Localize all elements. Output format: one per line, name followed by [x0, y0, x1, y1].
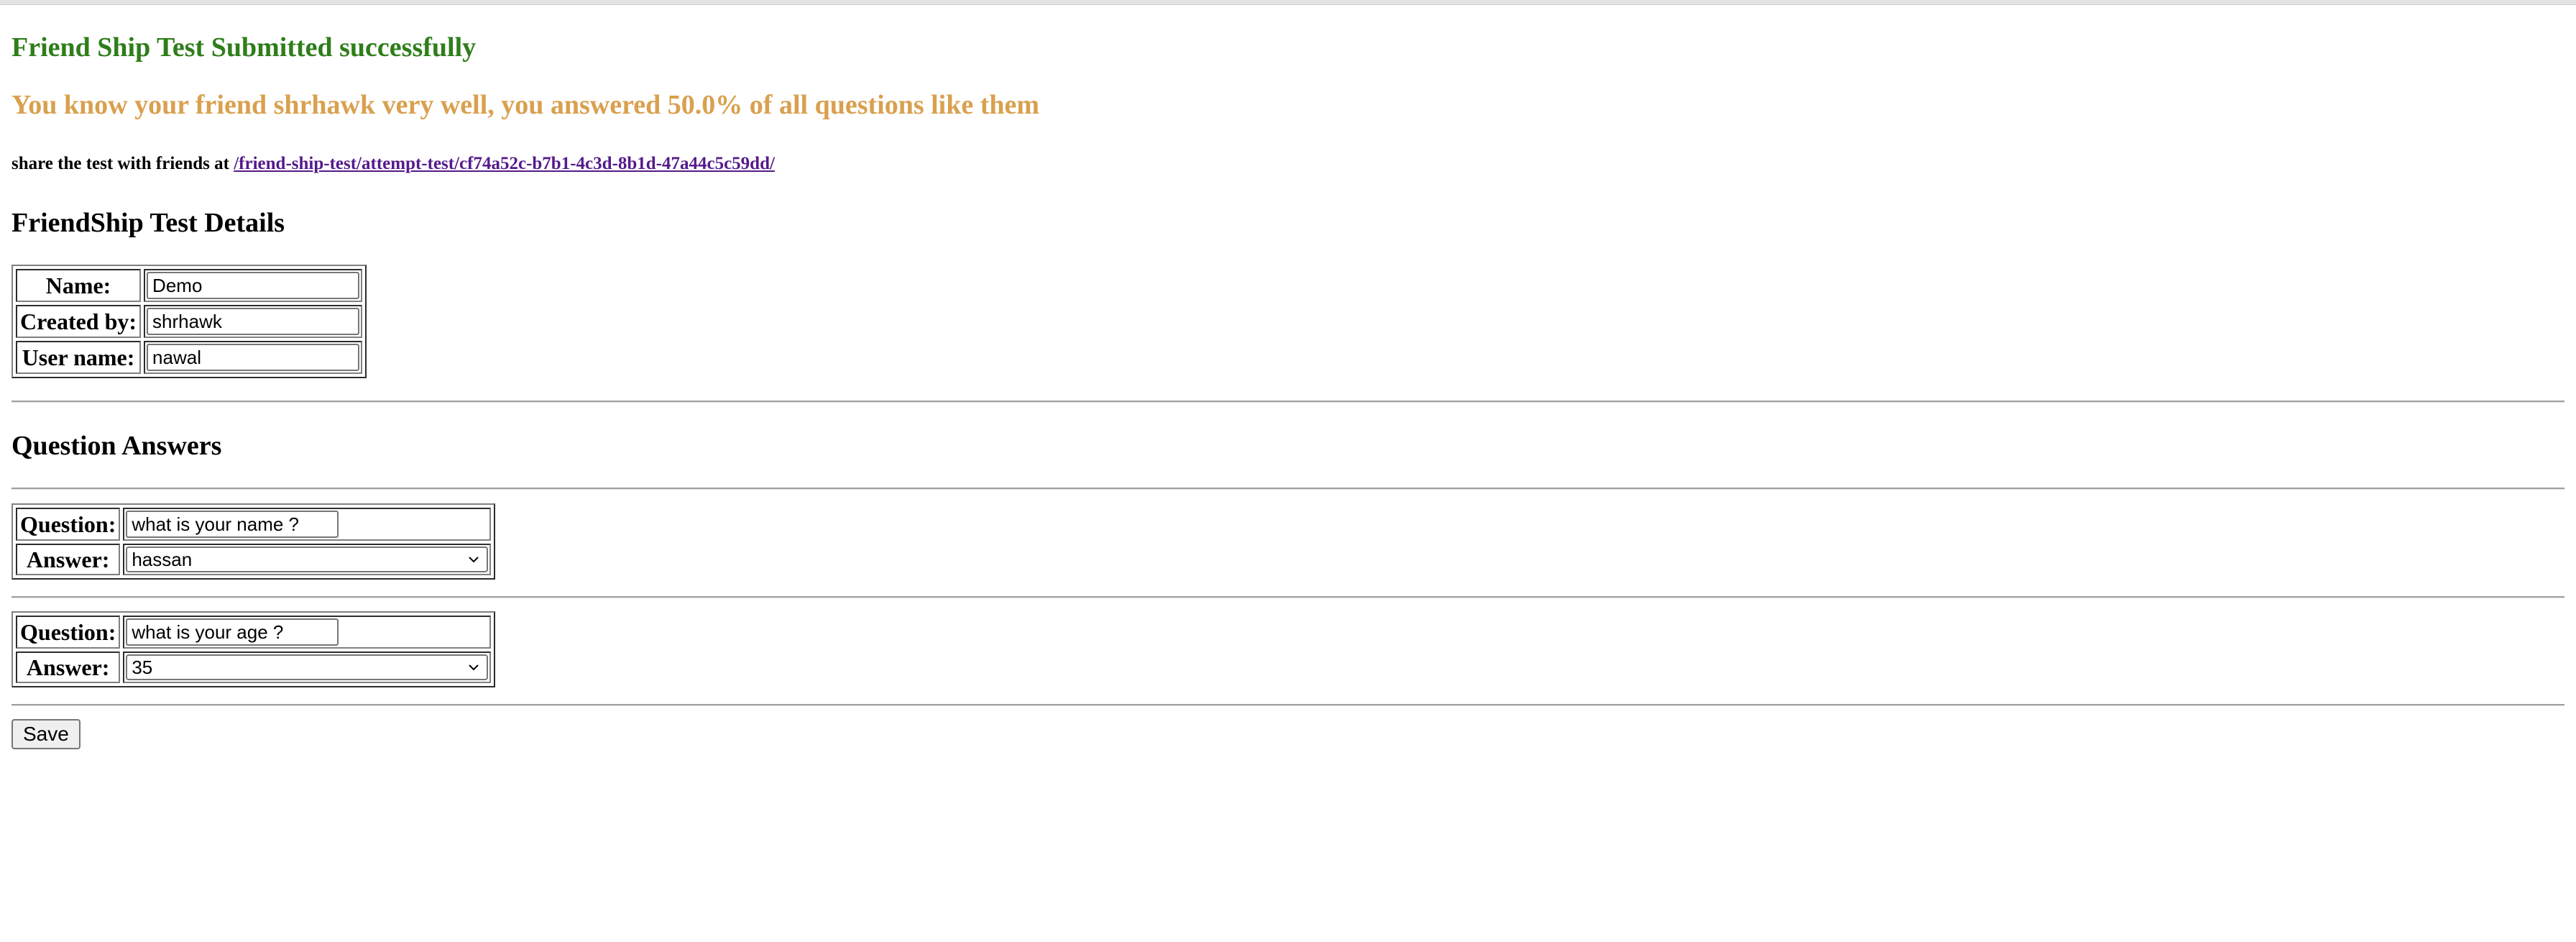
result-message: You know your friend shrhawk very well, … — [12, 90, 1040, 120]
share-link[interactable]: /friend-ship-test/attempt-test/cf74a52c-… — [234, 154, 775, 173]
divider — [12, 488, 2564, 490]
chevron-down-icon — [469, 557, 479, 563]
created-by-input[interactable] — [147, 308, 360, 335]
details-table: Name: Created by: User name: — [12, 265, 367, 378]
answer-row: Answer: hassan — [16, 544, 492, 575]
divider — [12, 596, 2564, 598]
question-row: Question: — [16, 508, 492, 541]
name-input[interactable] — [147, 272, 360, 299]
answer-row: Answer: 35 — [16, 651, 492, 683]
details-row-user-name: User name: — [16, 341, 363, 374]
details-title: FriendShip Test Details — [12, 208, 285, 238]
answer-label: Answer: — [16, 651, 121, 683]
user-name-input[interactable] — [147, 344, 360, 371]
share-prefix: share the test with friends at — [12, 154, 234, 173]
answer-select[interactable]: hassan — [126, 547, 489, 572]
question-label: Question: — [16, 616, 121, 649]
chevron-down-icon — [469, 664, 479, 671]
answer-select[interactable]: 35 — [126, 654, 489, 680]
question-label: Question: — [16, 508, 121, 541]
details-row-name: Name: — [16, 269, 363, 302]
name-label: Name: — [16, 269, 142, 302]
divider — [12, 401, 2564, 403]
questions-title: Question Answers — [12, 431, 222, 461]
question-table-1: Question: Answer: hassan — [12, 503, 496, 580]
question-input[interactable] — [126, 618, 339, 646]
created-by-label: Created by: — [16, 305, 142, 338]
details-row-created-by: Created by: — [16, 305, 363, 338]
answer-label: Answer: — [16, 544, 121, 575]
question-table-2: Question: Answer: 35 — [12, 611, 496, 687]
divider — [12, 704, 2564, 706]
user-name-label: User name: — [16, 341, 142, 374]
answer-selected-value: hassan — [132, 549, 193, 570]
save-button[interactable]: Save — [12, 719, 80, 749]
success-message: Friend Ship Test Submitted successfully — [12, 32, 477, 63]
share-line: share the test with friends at /friend-s… — [12, 152, 775, 175]
browser-top-edge — [0, 0, 2576, 5]
question-row: Question: — [16, 616, 492, 649]
answer-selected-value: 35 — [132, 657, 153, 678]
question-input[interactable] — [126, 511, 339, 538]
